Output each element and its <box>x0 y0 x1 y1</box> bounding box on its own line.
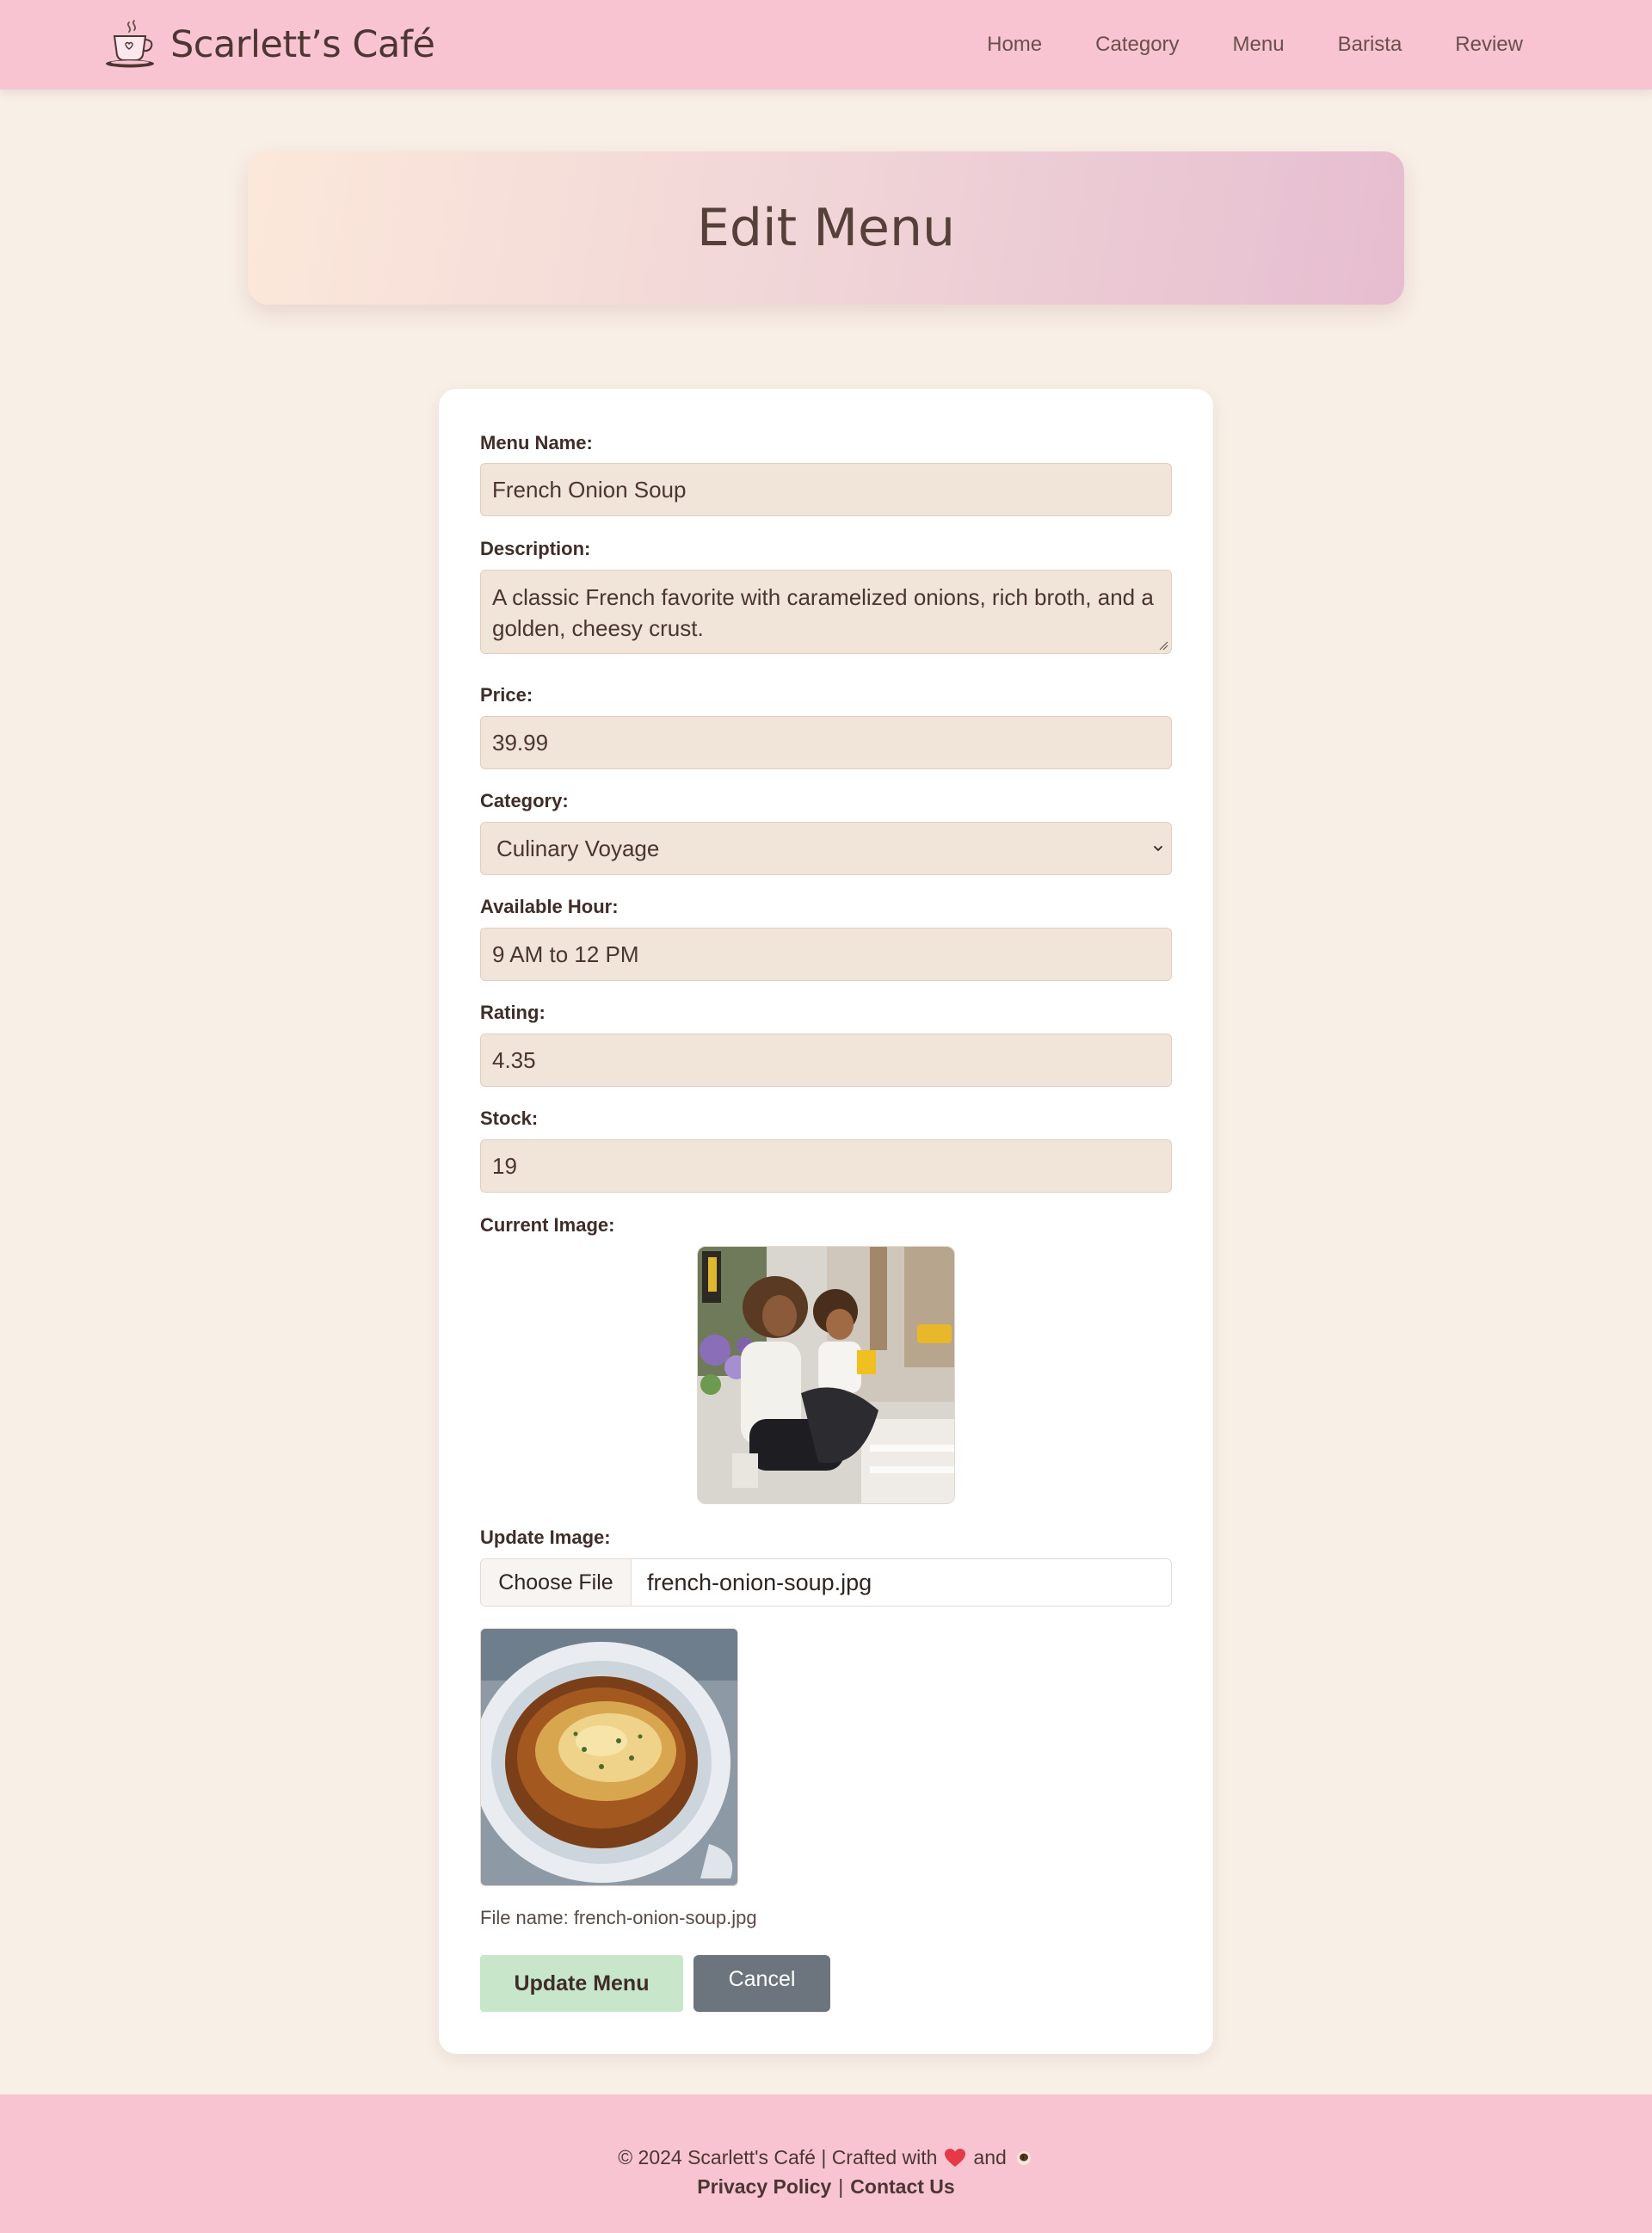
rating-input[interactable]: 4.35 <box>480 1033 1172 1087</box>
resize-handle-icon[interactable] <box>1158 640 1168 651</box>
page-title: Edit Menu <box>697 198 955 258</box>
rating-value: 4.35 <box>492 1046 536 1073</box>
price-value: 39.99 <box>492 729 549 756</box>
brand-title: Scarlett’s Café <box>170 23 435 66</box>
menu-name-value: French Onion Soup <box>492 476 687 503</box>
footer-copyright: © 2024 Scarlett's Café | Crafted with an… <box>0 2146 1652 2169</box>
navbar: Scarlett’s Café Home Category Menu Baris… <box>0 0 1652 89</box>
footer-and-text: and <box>973 2146 1007 2168</box>
description-value: A classic French favorite with carameliz… <box>492 584 1154 641</box>
privacy-policy-link[interactable]: Privacy Policy <box>697 2175 831 2199</box>
contact-us-link[interactable]: Contact Us <box>850 2175 954 2199</box>
price-label: Price: <box>480 684 533 706</box>
rating-label: Rating: <box>480 1002 546 1023</box>
category-select[interactable]: Culinary Voyage <box>480 822 1172 875</box>
update-menu-button[interactable]: Update Menu <box>480 1955 683 2012</box>
nav-review[interactable]: Review <box>1455 33 1523 57</box>
selected-file-name: french-onion-soup.jpg <box>647 1569 872 1595</box>
coffee-bean-icon <box>1016 2150 1031 2165</box>
nav-menu[interactable]: Menu <box>1233 33 1285 57</box>
menu-name-input[interactable]: French Onion Soup <box>480 463 1172 516</box>
heart-icon <box>945 2148 966 2167</box>
category-selected-value: Culinary Voyage <box>496 835 660 861</box>
french-onion-soup-photo <box>481 1629 737 1885</box>
stock-label: Stock: <box>480 1107 539 1129</box>
category-label: Category: <box>480 790 569 811</box>
current-image-photo <box>697 1246 955 1504</box>
description-textarea[interactable]: A classic French favorite with carameliz… <box>480 570 1172 654</box>
available-hour-value: 9 AM to 12 PM <box>492 941 639 967</box>
available-hour-input[interactable]: 9 AM to 12 PM <box>480 928 1172 981</box>
nav-links: Home Category Menu Barista Review <box>987 0 1523 89</box>
file-name-caption: File name: french-onion-soup.jpg <box>480 1907 757 1928</box>
footer-separator: | <box>838 2175 844 2198</box>
nav-barista[interactable]: Barista <box>1338 33 1402 57</box>
file-input[interactable]: Choose File french-onion-soup.jpg <box>480 1558 1172 1607</box>
page-header-banner: Edit Menu <box>248 151 1404 305</box>
update-image-label: Update Image: <box>480 1527 611 1548</box>
footer-copyright-text: © 2024 Scarlett's Café | Crafted with <box>618 2146 938 2168</box>
mother-child-street-photo <box>698 1247 954 1503</box>
footer-links: Privacy Policy | Contact Us <box>0 2175 1652 2199</box>
nav-category[interactable]: Category <box>1095 33 1179 57</box>
stock-input[interactable]: 19 <box>480 1139 1172 1193</box>
nav-home[interactable]: Home <box>987 33 1042 57</box>
chevron-down-icon <box>1154 846 1162 851</box>
footer: © 2024 Scarlett's Café | Crafted with an… <box>0 2094 1652 2233</box>
available-hour-label: Available Hour: <box>480 896 619 917</box>
image-preview <box>480 1628 738 1886</box>
menu-name-label: Menu Name: <box>480 432 593 453</box>
price-input[interactable]: 39.99 <box>480 716 1172 769</box>
cancel-button[interactable]: Cancel <box>693 1955 830 2012</box>
description-label: Description: <box>480 538 591 559</box>
current-image-label: Current Image: <box>480 1214 615 1236</box>
brand[interactable]: Scarlett’s Café <box>103 15 435 74</box>
coffee-cup-icon <box>106 20 154 68</box>
stock-value: 19 <box>492 1152 517 1179</box>
edit-menu-form: Menu Name: French Onion Soup Description… <box>439 389 1213 2054</box>
choose-file-button[interactable]: Choose File <box>481 1559 632 1606</box>
